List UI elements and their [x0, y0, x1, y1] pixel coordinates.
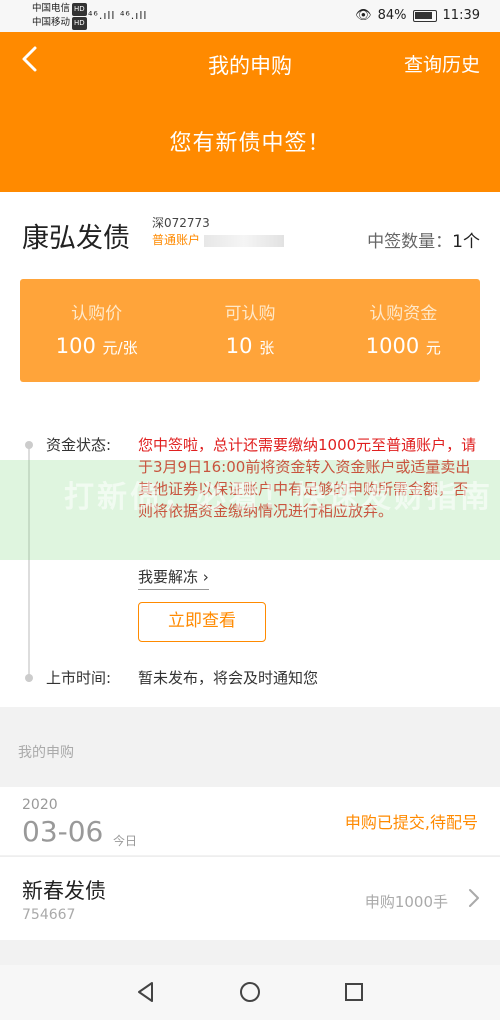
- listing-time-text: 暂未发布，将会及时通知您: [138, 669, 319, 687]
- price-unit: 元/张: [102, 339, 138, 357]
- bond-name: 康弘发债: [22, 223, 130, 254]
- timeline-line: [28, 442, 30, 682]
- win-count-value: 1个: [452, 232, 480, 252]
- year: 2020: [22, 797, 58, 813]
- item-name: 新春发债: [22, 879, 106, 903]
- unfreeze-label: 我要解冻: [138, 568, 199, 586]
- listing-time-label: 上市时间:: [46, 669, 112, 687]
- nav-home-icon[interactable]: [237, 979, 263, 1005]
- fund-value: 1000: [365, 334, 420, 358]
- header: 我的申购 查询历史 您有新债中签！: [0, 32, 500, 192]
- quantity-value: 10: [225, 334, 253, 358]
- fund-status-text: 您中签啦，总计还需要缴纳1000元至普通账户，请于3月9日16:00前将资金转入…: [138, 436, 477, 520]
- date: 03-06: [22, 815, 104, 848]
- timeline-dot: [25, 441, 33, 449]
- bond-code: 深072773: [152, 216, 210, 230]
- win-count: 中签数量：1个: [367, 227, 480, 252]
- account-label: 普通账户: [152, 233, 201, 247]
- system-nav-bar: [0, 965, 500, 1020]
- account-number-masked: [204, 234, 285, 247]
- battery-icon: [412, 9, 437, 22]
- price-value: 100: [55, 334, 96, 358]
- clock: 11:39: [442, 8, 480, 23]
- eye-icon: 👁: [355, 8, 372, 23]
- fund-status-label: 资金状态:: [46, 436, 112, 454]
- date-row: 2020 03-06 今日 申购已提交,待配号: [0, 787, 500, 855]
- section-title: 我的申购: [18, 745, 74, 761]
- carrier-info: 中国电信 HD 中国移动 HD: [32, 2, 87, 30]
- price-label: 认购价: [71, 304, 123, 324]
- nav-back-icon[interactable]: [133, 979, 159, 1005]
- chevron-right-icon: [469, 889, 479, 907]
- status-bar: 中国电信 HD 中国移动 HD ⁴⁶.ıll ⁴⁶.ıll 👁 84% 11:39: [0, 0, 500, 32]
- list-item[interactable]: 新春发债 754667 申购1000手: [0, 856, 500, 940]
- carrier-1: 中国电信: [32, 3, 71, 14]
- fund-column: 认购资金 1000 元: [327, 279, 480, 382]
- today-label: 今日: [113, 834, 138, 848]
- item-amount: 申购1000手: [364, 893, 448, 911]
- battery-percent: 84%: [377, 8, 407, 23]
- nav-recents-icon[interactable]: [341, 979, 367, 1005]
- win-count-label: 中签数量：: [367, 232, 453, 252]
- quantity-unit: 张: [259, 339, 275, 357]
- hd-badge: HD: [72, 17, 87, 30]
- query-history-link[interactable]: 查询历史: [404, 50, 480, 77]
- timeline-dot: [25, 674, 33, 682]
- unfreeze-link[interactable]: 我要解冻 ›: [138, 566, 209, 590]
- bond-account: 普通账户: [152, 231, 285, 248]
- hd-badge: HD: [72, 3, 87, 16]
- subscription-info-box: 认购价 100 元/张 可认购 10 张 认购资金 1000 元: [20, 279, 480, 382]
- win-message: 您有新债中签！: [169, 131, 331, 156]
- fund-label: 认购资金: [369, 304, 438, 324]
- item-code: 754667: [22, 907, 76, 923]
- fund-unit: 元: [425, 339, 441, 357]
- status-right: 👁 84% 11:39: [355, 8, 480, 23]
- subscription-status: 申购已提交,待配号: [344, 813, 478, 832]
- carrier-2: 中国移动: [32, 17, 71, 28]
- price-column: 认购价 100 元/张: [20, 279, 173, 382]
- signal-icon: ⁴⁶.ıll ⁴⁶.ıll: [88, 9, 148, 22]
- quantity-label: 可认购: [224, 304, 276, 324]
- bond-card: 康弘发债 深072773 普通账户 中签数量：1个 认购价 100 元/张 可认…: [0, 192, 500, 707]
- chevron-right-icon: ›: [202, 568, 209, 586]
- view-now-button[interactable]: 立即查看: [138, 602, 266, 642]
- quantity-column: 可认购 10 张: [173, 279, 326, 382]
